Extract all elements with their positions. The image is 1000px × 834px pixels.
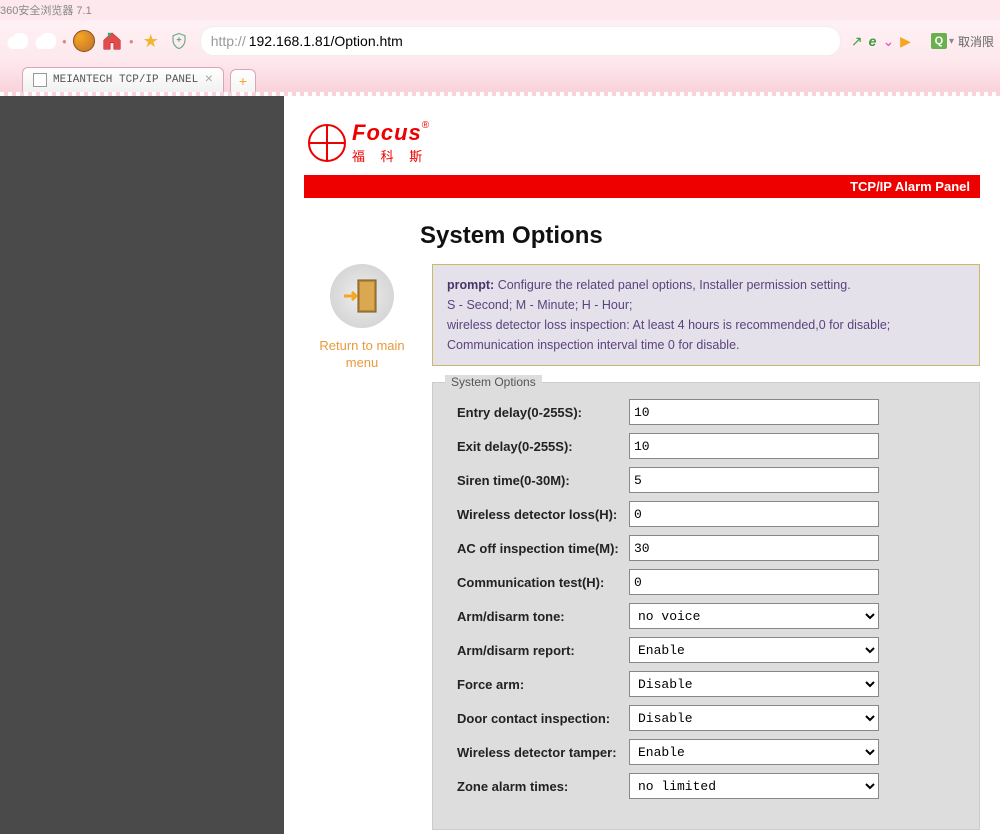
- form-row: AC off inspection time(M):: [457, 535, 955, 561]
- form-row: Wireless detector loss(H):: [457, 501, 955, 527]
- form-label: Entry delay(0-255S):: [457, 405, 629, 420]
- shield-icon[interactable]: [168, 30, 190, 52]
- form-label: AC off inspection time(M):: [457, 541, 629, 556]
- prompt-line1: Configure the related panel options, Ins…: [498, 278, 851, 292]
- text-input[interactable]: [629, 433, 879, 459]
- form-label: Siren time(0-30M):: [457, 473, 629, 488]
- logo-text-en: Focus: [352, 120, 422, 145]
- prompt-line2: S - Second; M - Minute; H - Hour;: [447, 298, 632, 312]
- cloud-left-icon[interactable]: [6, 30, 28, 52]
- left-column: Return to main menu: [304, 264, 420, 372]
- tab-close-icon[interactable]: ×: [205, 72, 213, 88]
- form-row: Zone alarm times:no limited: [457, 773, 955, 799]
- select-input[interactable]: no voice: [629, 603, 879, 629]
- url-input[interactable]: [247, 32, 830, 50]
- logo-reg-mark: ®: [422, 120, 429, 131]
- browser-window-title: 360安全浏览器 7.1: [0, 0, 1000, 20]
- url-scheme: http://: [211, 33, 246, 49]
- prompt-box: prompt: Configure the related panel opti…: [432, 264, 980, 366]
- text-input[interactable]: [629, 535, 879, 561]
- search-cancel-group: Q ▾ 取消限: [931, 33, 994, 50]
- return-icon-circle[interactable]: [330, 264, 394, 328]
- select-input[interactable]: Enable: [629, 637, 879, 663]
- prompt-label: prompt:: [447, 278, 494, 292]
- form-row: Communication test(H):: [457, 569, 955, 595]
- form-row: Exit delay(0-255S):: [457, 433, 955, 459]
- search-q-icon[interactable]: Q: [931, 33, 947, 49]
- text-input[interactable]: [629, 569, 879, 595]
- page-content: Focus® 福 科 斯 TCP/IP Alarm Panel System O…: [284, 96, 1000, 834]
- ie-icon[interactable]: e: [869, 33, 877, 49]
- form-row: Entry delay(0-255S):: [457, 399, 955, 425]
- text-input[interactable]: [629, 501, 879, 527]
- select-input[interactable]: no limited: [629, 773, 879, 799]
- return-link[interactable]: Return to main menu: [304, 338, 420, 372]
- text-input[interactable]: [629, 399, 879, 425]
- share-icon[interactable]: ↗: [851, 33, 863, 50]
- system-options-fieldset: System Options Entry delay(0-255S):Exit …: [432, 382, 980, 830]
- logo-mark-icon: [308, 124, 346, 162]
- form-label: Wireless detector tamper:: [457, 745, 629, 760]
- left-dark-panel: [0, 96, 284, 834]
- form-label: Arm/disarm tone:: [457, 609, 629, 624]
- form-row: Door contact inspection:Disable: [457, 705, 955, 731]
- focus-logo: Focus® 福 科 斯: [308, 120, 976, 165]
- form-row: Force arm:Disable: [457, 671, 955, 697]
- fieldset-legend: System Options: [445, 375, 542, 389]
- browser-tab[interactable]: MEIANTECH TCP/IP PANEL ×: [22, 67, 224, 92]
- form-label: Wireless detector loss(H):: [457, 507, 629, 522]
- tab-label: MEIANTECH TCP/IP PANEL: [53, 74, 198, 86]
- page-title: System Options: [420, 222, 980, 250]
- home-icon[interactable]: [101, 30, 123, 52]
- form-label: Force arm:: [457, 677, 629, 692]
- form-row: Siren time(0-30M):: [457, 467, 955, 493]
- logo-row: Focus® 福 科 斯: [304, 116, 980, 175]
- form-label: Exit delay(0-255S):: [457, 439, 629, 454]
- form-row: Wireless detector tamper:Enable: [457, 739, 955, 765]
- banner: TCP/IP Alarm Panel: [304, 175, 980, 198]
- select-input[interactable]: Disable: [629, 671, 879, 697]
- form-row: Arm/disarm tone:no voice: [457, 603, 955, 629]
- url-bar[interactable]: http://: [200, 26, 841, 56]
- browser-toolbar: ● ● ★ http:// ↗ e ⌄ ▶ Q ▾ 取消限: [0, 20, 1000, 62]
- globe-icon[interactable]: [73, 30, 95, 52]
- page-icon: [33, 73, 47, 87]
- prompt-line4: Communication inspection interval time 0…: [447, 338, 740, 352]
- select-input[interactable]: Enable: [629, 739, 879, 765]
- play-icon[interactable]: ▶: [900, 33, 911, 50]
- separator-dot: ●: [129, 37, 134, 46]
- right-column: prompt: Configure the related panel opti…: [432, 264, 980, 834]
- form-label: Door contact inspection:: [457, 711, 629, 726]
- search-dropdown-icon[interactable]: ▾: [949, 36, 954, 47]
- favorites-icon[interactable]: ★: [140, 30, 162, 52]
- add-tab-button[interactable]: +: [230, 69, 256, 92]
- door-exit-icon: [342, 276, 382, 316]
- cancel-limit-text[interactable]: 取消限: [958, 33, 994, 50]
- cloud-right-icon[interactable]: [34, 30, 56, 52]
- separator-dot: ●: [62, 37, 67, 46]
- select-input[interactable]: Disable: [629, 705, 879, 731]
- toolbar-right-icons: ↗ e ⌄ ▶: [851, 33, 915, 50]
- form-label: Zone alarm times:: [457, 779, 629, 794]
- logo-text-cn: 福 科 斯: [352, 146, 429, 165]
- prompt-line3: wireless detector loss inspection: At le…: [447, 318, 890, 332]
- text-input[interactable]: [629, 467, 879, 493]
- form-label: Arm/disarm report:: [457, 643, 629, 658]
- form-row: Arm/disarm report:Enable: [457, 637, 955, 663]
- chevron-down-icon[interactable]: ⌄: [882, 33, 894, 50]
- content-area: Focus® 福 科 斯 TCP/IP Alarm Panel System O…: [0, 96, 1000, 834]
- form-label: Communication test(H):: [457, 575, 629, 590]
- tab-bar: MEIANTECH TCP/IP PANEL × +: [0, 62, 1000, 92]
